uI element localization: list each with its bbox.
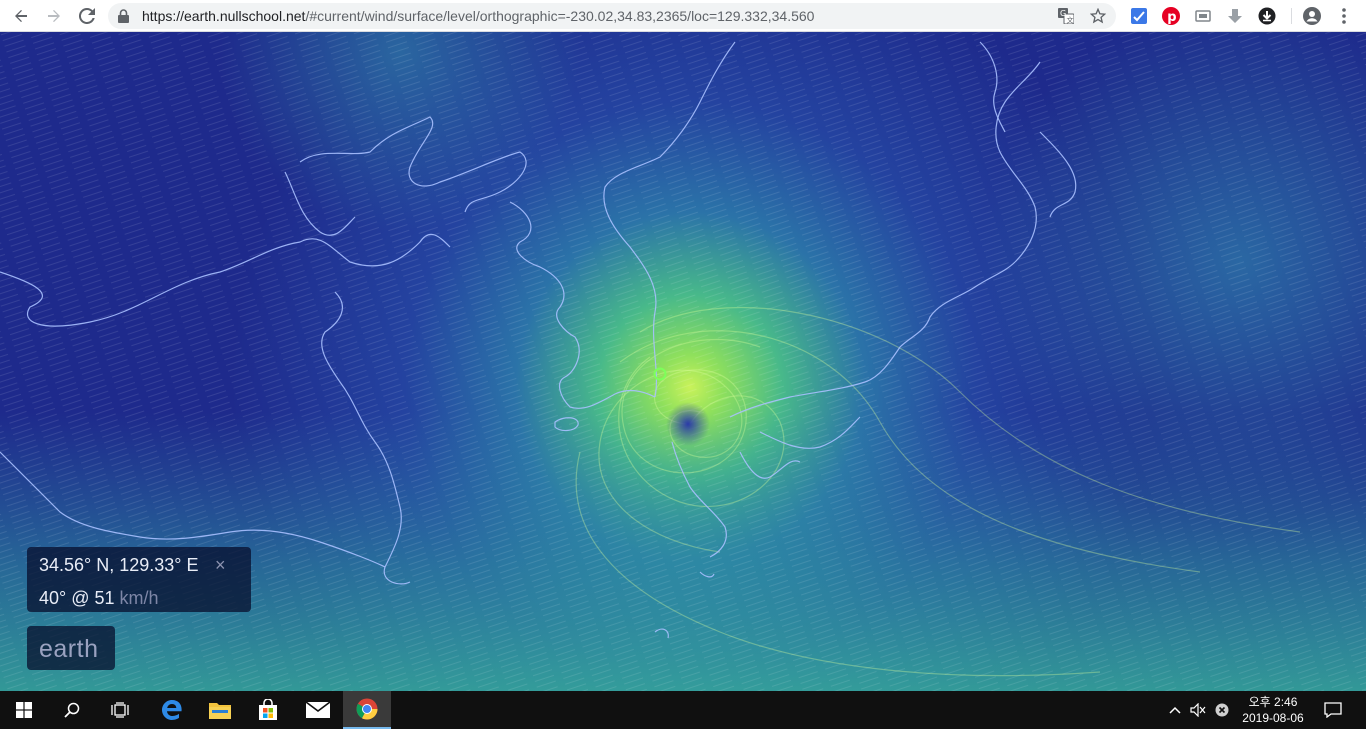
reload-icon [79,8,95,24]
chrome-icon [356,698,378,720]
volume-muted-icon [1190,703,1206,717]
taskbar-chrome[interactable] [343,691,391,729]
lock-icon [118,9,129,23]
toolbar-separator [1291,8,1292,24]
cyclone-eye [666,402,710,446]
extension-downloader[interactable] [1257,6,1277,26]
wind-value: 40° @ 51 [39,588,115,608]
chevron-up-icon [1169,706,1181,714]
translate-icon: G文 [1058,8,1074,24]
clock-time: 오후 2:46 [1248,695,1298,709]
network-button[interactable] [1212,691,1232,729]
wind-readout: 40° @ 51 km/h [39,588,159,609]
url-text: https://earth.nullschool.net/#current/wi… [142,8,815,24]
checkmark-extension-icon [1131,8,1147,24]
arrow-left-icon [15,10,27,22]
search-icon [64,702,80,718]
windows-logo-icon [16,702,32,718]
extension-download[interactable] [1225,6,1245,26]
extension-pinterest[interactable]: p [1161,6,1181,26]
pinterest-icon: p [1162,7,1180,25]
account-button[interactable] [1302,6,1322,26]
task-view-icon [111,702,129,718]
clock-date: 2019-08-06 [1242,711,1304,725]
browser-toolbar: https://earth.nullschool.net/#current/wi… [0,0,1366,32]
address-bar[interactable]: https://earth.nullschool.net/#current/wi… [108,3,1116,29]
translate-button[interactable]: G文 [1058,8,1074,24]
extension-checkmark[interactable] [1129,6,1149,26]
taskbar-store[interactable] [244,691,292,729]
notification-icon [1324,702,1342,718]
action-center-button[interactable] [1320,691,1346,729]
earth-menu-button[interactable]: earth [27,626,115,670]
close-location-button[interactable]: × [215,555,226,576]
windows-taskbar: 오후 2:46 2019-08-06 [0,691,1366,729]
svg-text:G: G [1060,9,1066,18]
svg-text:文: 文 [1067,16,1074,25]
taskbar-file-explorer[interactable] [196,691,244,729]
tray-overflow-button[interactable] [1165,691,1185,729]
forward-button[interactable] [42,4,66,28]
network-error-icon [1215,703,1229,717]
edge-browser-icon [162,700,182,720]
menu-button[interactable] [1334,6,1354,26]
folder-icon [209,703,231,719]
reload-button[interactable] [75,4,99,28]
volume-button[interactable] [1188,691,1208,729]
download-arrow-icon [1228,9,1242,23]
screen-icon [1195,10,1211,22]
kebab-menu-icon [1342,8,1346,24]
search-button[interactable] [48,691,96,729]
arrow-right-icon [48,10,60,22]
star-icon [1090,8,1106,24]
back-button[interactable] [9,4,33,28]
mail-icon [306,702,330,718]
start-button[interactable] [0,691,48,729]
system-clock[interactable]: 오후 2:46 2019-08-06 [1232,694,1314,726]
extension-screen[interactable] [1193,6,1213,26]
earth-label: earth [39,635,99,663]
account-icon [1303,7,1321,25]
download-circle-icon [1258,7,1276,25]
location-info-panel: 34.56° N, 129.33° E × 40° @ 51 km/h [27,547,251,612]
taskbar-edge[interactable] [148,691,196,729]
bookmark-button[interactable] [1090,8,1106,24]
svg-text:p: p [1167,10,1176,25]
wind-unit[interactable]: km/h [120,588,159,608]
taskbar-mail[interactable] [294,691,342,729]
location-coordinates: 34.56° N, 129.33° E [39,555,199,575]
store-bag-icon [259,699,277,720]
task-view-button[interactable] [96,691,144,729]
